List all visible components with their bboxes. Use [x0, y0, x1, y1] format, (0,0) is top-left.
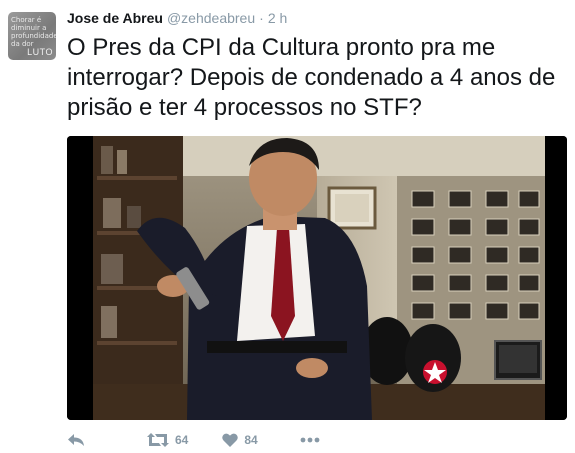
reply-button[interactable] — [67, 433, 85, 447]
more-button[interactable] — [300, 437, 320, 443]
avatar[interactable]: Chorar é diminuir a profundidade da dor … — [8, 12, 56, 60]
tweet-photo[interactable] — [67, 136, 567, 420]
author-handle[interactable]: @zehdeabreu — [167, 10, 255, 26]
heart-icon — [222, 433, 239, 447]
avatar-badge: LUTO — [27, 47, 53, 57]
avatar-caption: Chorar é diminuir a profundidade da dor — [11, 16, 56, 48]
photo-illustration — [67, 136, 567, 420]
tweet-timestamp[interactable]: 2 h — [268, 10, 287, 26]
retweet-icon — [147, 433, 169, 447]
author-name[interactable]: Jose de Abreu — [67, 10, 163, 26]
tweet-actions: 64 84 — [67, 428, 567, 452]
retweet-count: 64 — [175, 433, 189, 447]
separator: · — [259, 10, 264, 26]
more-icon — [300, 437, 320, 443]
tweet: Chorar é diminuir a profundidade da dor … — [0, 0, 575, 453]
retweet-button[interactable]: 64 — [147, 433, 188, 447]
like-button[interactable]: 84 — [222, 433, 258, 447]
reply-icon — [67, 433, 85, 447]
like-count: 84 — [244, 433, 258, 447]
tweet-header: Jose de Abreu @zehdeabreu · 2 h — [67, 10, 287, 26]
tweet-text: O Pres da CPI da Cultura pronto pra me i… — [67, 34, 556, 121]
